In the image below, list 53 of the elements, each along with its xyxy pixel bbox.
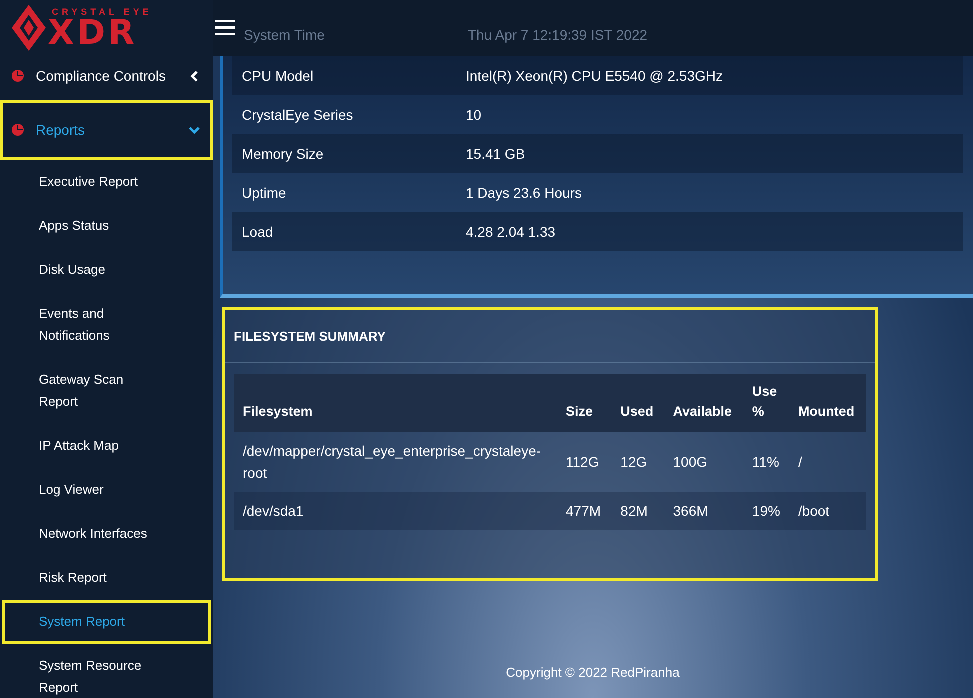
sidebar-subitem[interactable]: Disk Usage — [0, 248, 213, 292]
table-cell: 366M — [664, 492, 744, 530]
info-label: System Time — [244, 27, 326, 43]
table-cell: 12G — [612, 432, 664, 492]
table-cell: 19% — [743, 492, 790, 530]
info-label: CrystalEye Series — [242, 106, 354, 122]
column-header: Available — [664, 374, 744, 432]
table-cell: / — [789, 432, 866, 492]
info-value: Thu Apr 7 12:19:39 IST 2022 — [468, 27, 648, 43]
column-header: Use % — [743, 374, 790, 432]
sidebar-subitem[interactable]: Log Viewer — [0, 468, 213, 512]
info-label: Uptime — [242, 184, 288, 200]
column-header: Mounted — [789, 374, 866, 432]
table-cell: /dev/sda1 — [234, 492, 557, 530]
logo-tagline: CRYSTAL EYE — [51, 8, 152, 16]
info-label: Memory Size — [242, 146, 325, 162]
info-value: 10 — [466, 106, 482, 122]
chevron-down-icon — [189, 124, 200, 136]
logo-icon — [12, 5, 46, 51]
sidebar-subitem[interactable]: System Resource Report — [0, 644, 213, 698]
column-header: Filesystem — [234, 374, 557, 432]
sidebar-subitem[interactable]: System Report — [2, 600, 211, 644]
sidebar-item[interactable]: Reports — [0, 100, 213, 160]
table-cell: 82M — [612, 492, 664, 530]
menu-icon[interactable] — [215, 19, 237, 37]
info-value: 15.41 GB — [466, 146, 526, 162]
sidebar-subitem[interactable]: Executive Report — [0, 160, 213, 204]
table-cell: /boot — [789, 492, 866, 530]
column-header: Used — [612, 374, 664, 432]
info-value: 4.28 2.04 1.33 — [466, 224, 556, 240]
sidebar-subitem[interactable]: IP Attack Map — [0, 424, 213, 468]
sidebar-subitem[interactable]: Events and Notifications — [0, 292, 213, 358]
info-value: Intel(R) Xeon(R) CPU E5540 @ 2.53GHz — [466, 68, 723, 84]
info-label: CPU Model — [242, 68, 315, 84]
sidebar-subitem[interactable]: Gateway Scan Report — [0, 358, 213, 424]
table-cell: 477M — [557, 492, 612, 530]
sidebar-item[interactable]: Compliance Controls — [0, 56, 213, 96]
chevron-left-icon — [189, 70, 200, 82]
panel-title: FILESYSTEM SUMMARY — [225, 310, 875, 363]
table-cell: /dev/mapper/crystal_eye_enterprise_crystaleye-root — [234, 432, 557, 492]
sidebar-subitem[interactable]: Apps Status — [0, 204, 213, 248]
sidebar-subitem[interactable]: Risk Report — [0, 556, 213, 600]
table-cell: 112G — [557, 432, 612, 492]
logo-wordmark: XDR — [48, 16, 138, 48]
info-label: Load — [242, 224, 274, 240]
column-header: Size — [557, 374, 612, 432]
pie-chart-icon — [12, 124, 24, 136]
info-value: 1 Days 23.6 Hours — [466, 184, 582, 200]
table-cell: 11% — [743, 432, 790, 492]
sidebar-subitem[interactable]: Network Interfaces — [0, 512, 213, 556]
copyright-text: Copyright © 2022 RedPiranha — [505, 665, 681, 682]
pie-chart-icon — [12, 70, 24, 82]
table-cell: 100G — [664, 432, 744, 492]
